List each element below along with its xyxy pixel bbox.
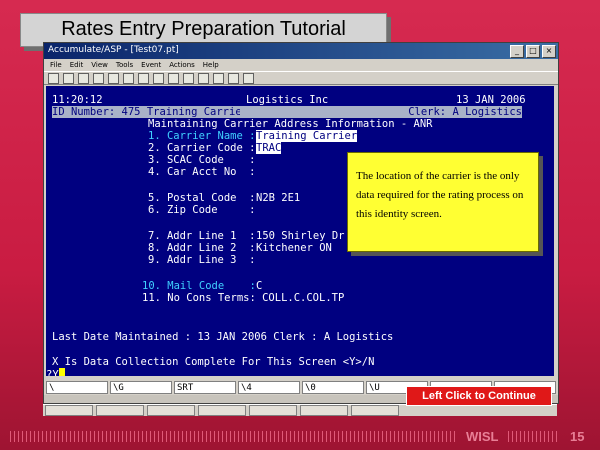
window-titlebar[interactable]: Accumulate/ASP - [Test07.pt] _ □ ×: [44, 43, 558, 59]
footer-decor-left: [10, 431, 455, 442]
field-addr-line-1-label: 7. Addr Line 1 :: [148, 230, 256, 242]
footer-label: WISL: [466, 429, 499, 444]
field-postal-code-value: N2B 2E1: [256, 192, 301, 204]
terminal-heading: Maintaining Carrier Address Information …: [148, 118, 433, 130]
continue-button[interactable]: Left Click to Continue: [406, 386, 552, 406]
page-number: 15: [570, 429, 585, 444]
fkey-5[interactable]: \0: [302, 381, 364, 394]
fkey-2[interactable]: \G: [110, 381, 172, 394]
taskbar-item[interactable]: [147, 405, 195, 416]
macro-icon[interactable]: [213, 72, 224, 84]
taskbar-item[interactable]: [198, 405, 246, 416]
callout-text: The location of the carrier is the only …: [356, 170, 524, 220]
field-addr-line-2-value: Kitchener ON: [256, 242, 332, 254]
terminal-clerk: Clerk: A Logistics: [240, 106, 522, 118]
field-mail-code-value: C: [256, 280, 263, 292]
minimize-icon[interactable]: _: [510, 45, 524, 58]
paste-icon[interactable]: [138, 72, 149, 84]
terminal-last-maintained: Last Date Maintained : 13 JAN 2006 Clerk…: [52, 331, 394, 343]
menu-actions[interactable]: Actions: [169, 59, 195, 71]
window-title: Accumulate/ASP - [Test07.pt]: [48, 45, 179, 55]
fkey-1[interactable]: \: [46, 381, 108, 394]
taskbar-item[interactable]: [45, 405, 93, 416]
cursor: [58, 368, 65, 376]
print-icon[interactable]: [93, 72, 104, 84]
settings-icon[interactable]: [198, 72, 209, 84]
field-addr-line-1-value: 150 Shirley Dr: [256, 230, 345, 242]
toolbar: [44, 71, 558, 85]
connect-icon[interactable]: [168, 72, 179, 84]
terminal-date: 13 JAN 2006: [456, 94, 526, 106]
fkey-3[interactable]: SRT: [174, 381, 236, 394]
menu-view[interactable]: View: [91, 59, 108, 71]
field-carrier-code-value[interactable]: TRAC: [256, 142, 282, 154]
field-carrier-name-value[interactable]: Training Carrier: [256, 130, 358, 142]
field-addr-line-2-label: 8. Addr Line 2 :: [148, 242, 256, 254]
field-carrier-code-label: 2. Carrier Code :: [148, 142, 256, 154]
menu-file[interactable]: File: [50, 59, 62, 71]
keyboard-icon[interactable]: [228, 72, 239, 84]
field-mail-code-label: 10. Mail Code :: [142, 280, 256, 292]
field-zip-code: 6. Zip Code :: [148, 204, 256, 216]
field-carrier-name-label: 1. Carrier Name :: [148, 130, 256, 142]
taskbar-item[interactable]: [96, 405, 144, 416]
field-scac-code: 3. SCAC Code :: [148, 154, 256, 166]
terminal-time: 11:20:12: [52, 94, 103, 106]
find-icon[interactable]: [153, 72, 164, 84]
terminal-input[interactable]: ?Y: [46, 369, 59, 376]
window-controls: _ □ ×: [510, 45, 556, 58]
terminal-id-line: ID Number: 475 Training Carrier: [52, 106, 248, 118]
taskbar-item[interactable]: [300, 405, 348, 416]
cut-icon[interactable]: [108, 72, 119, 84]
slide-title: Rates Entry Preparation Tutorial: [61, 18, 346, 40]
field-no-cons-terms: 11. No Cons Terms: COLL.C.COL.TP: [142, 292, 345, 304]
footer-decor-right: [508, 431, 558, 442]
maximize-icon[interactable]: □: [526, 45, 540, 58]
slide-footer: WISL 15: [0, 428, 600, 446]
field-car-acct-no: 4. Car Acct No :: [148, 166, 256, 178]
copy-icon[interactable]: [123, 72, 134, 84]
menu-event[interactable]: Event: [141, 59, 161, 71]
menu-help[interactable]: Help: [203, 59, 219, 71]
new-icon[interactable]: [48, 72, 59, 84]
close-icon[interactable]: ×: [542, 45, 556, 58]
menu-bar: File Edit View Tools Event Actions Help: [44, 59, 558, 71]
terminal-prompt: X Is Data Collection Complete For This S…: [52, 356, 375, 368]
taskbar-item[interactable]: [351, 405, 399, 416]
field-postal-code-label: 5. Postal Code :: [148, 192, 256, 204]
terminal-company: Logistics Inc: [246, 94, 329, 106]
menu-tools[interactable]: Tools: [116, 59, 133, 71]
field-addr-line-3: 9. Addr Line 3 :: [148, 254, 256, 266]
callout-note: The location of the carrier is the only …: [347, 152, 539, 252]
fkey-4[interactable]: \4: [238, 381, 300, 394]
menu-edit[interactable]: Edit: [70, 59, 84, 71]
disconnect-icon[interactable]: [183, 72, 194, 84]
taskbar-item[interactable]: [249, 405, 297, 416]
save-icon[interactable]: [78, 72, 89, 84]
terminal-input-line[interactable]: ?Y: [46, 368, 65, 376]
help-icon[interactable]: [243, 72, 254, 84]
open-icon[interactable]: [63, 72, 74, 84]
